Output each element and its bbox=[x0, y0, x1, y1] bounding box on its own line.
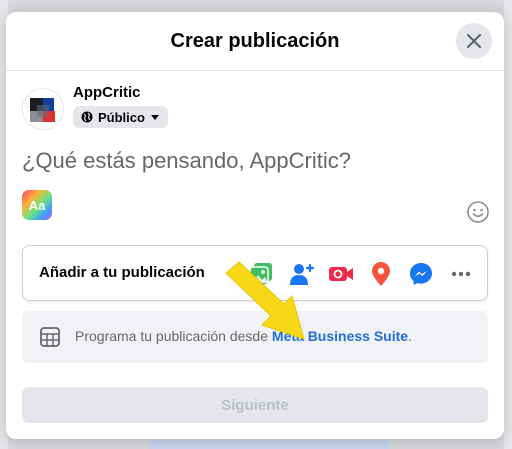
text-format-label: Aa bbox=[28, 197, 46, 213]
live-video-icon bbox=[329, 267, 353, 281]
user-name: AppCritic bbox=[73, 84, 141, 101]
add-to-post-panel: Añadir a tu publicación bbox=[22, 245, 488, 301]
more-options-button[interactable] bbox=[447, 260, 475, 288]
check-in-button[interactable] bbox=[367, 260, 395, 288]
live-video-button[interactable] bbox=[327, 260, 355, 288]
dialog-header: Crear publicación bbox=[6, 12, 504, 71]
schedule-banner: Programa tu publicación desde Meta Busin… bbox=[22, 311, 488, 363]
tag-people-icon bbox=[290, 263, 314, 285]
emoji-icon bbox=[467, 201, 489, 223]
close-icon bbox=[466, 33, 482, 49]
caret-down-icon bbox=[150, 115, 159, 120]
privacy-label: Público bbox=[98, 109, 145, 125]
messenger-button[interactable] bbox=[407, 260, 435, 288]
globe-icon bbox=[81, 111, 93, 123]
calendar-icon bbox=[40, 327, 60, 347]
messenger-icon bbox=[410, 263, 432, 285]
check-in-icon bbox=[372, 262, 390, 286]
meta-business-suite-link[interactable]: Meta Business Suite bbox=[272, 328, 408, 344]
text-background-button[interactable]: Aa bbox=[22, 190, 52, 220]
privacy-selector[interactable]: Público bbox=[73, 106, 168, 128]
add-to-post-label: Añadir a tu publicación bbox=[39, 264, 205, 281]
more-icon bbox=[451, 271, 471, 277]
photo-video-icon bbox=[249, 263, 272, 286]
post-text-input[interactable]: ¿Qué estás pensando, AppCritic? bbox=[22, 148, 351, 174]
schedule-text-prefix: Programa tu publicación desde bbox=[75, 328, 272, 344]
emoji-button[interactable] bbox=[466, 200, 490, 224]
background-page-content bbox=[150, 440, 390, 449]
next-button[interactable]: Siguiente bbox=[22, 387, 488, 423]
close-button[interactable] bbox=[456, 23, 492, 59]
tag-people-button[interactable] bbox=[287, 260, 315, 288]
appcritic-logo-icon bbox=[23, 89, 63, 129]
schedule-text-suffix: . bbox=[408, 328, 412, 344]
create-post-dialog: Crear publicación AppCritic Público ¿Qué… bbox=[6, 12, 504, 439]
photo-video-button[interactable] bbox=[247, 260, 275, 288]
background-page-right bbox=[504, 0, 512, 449]
avatar bbox=[22, 88, 64, 130]
dialog-title: Crear publicación bbox=[170, 29, 340, 52]
schedule-text: Programa tu publicación desde Meta Busin… bbox=[75, 328, 412, 344]
